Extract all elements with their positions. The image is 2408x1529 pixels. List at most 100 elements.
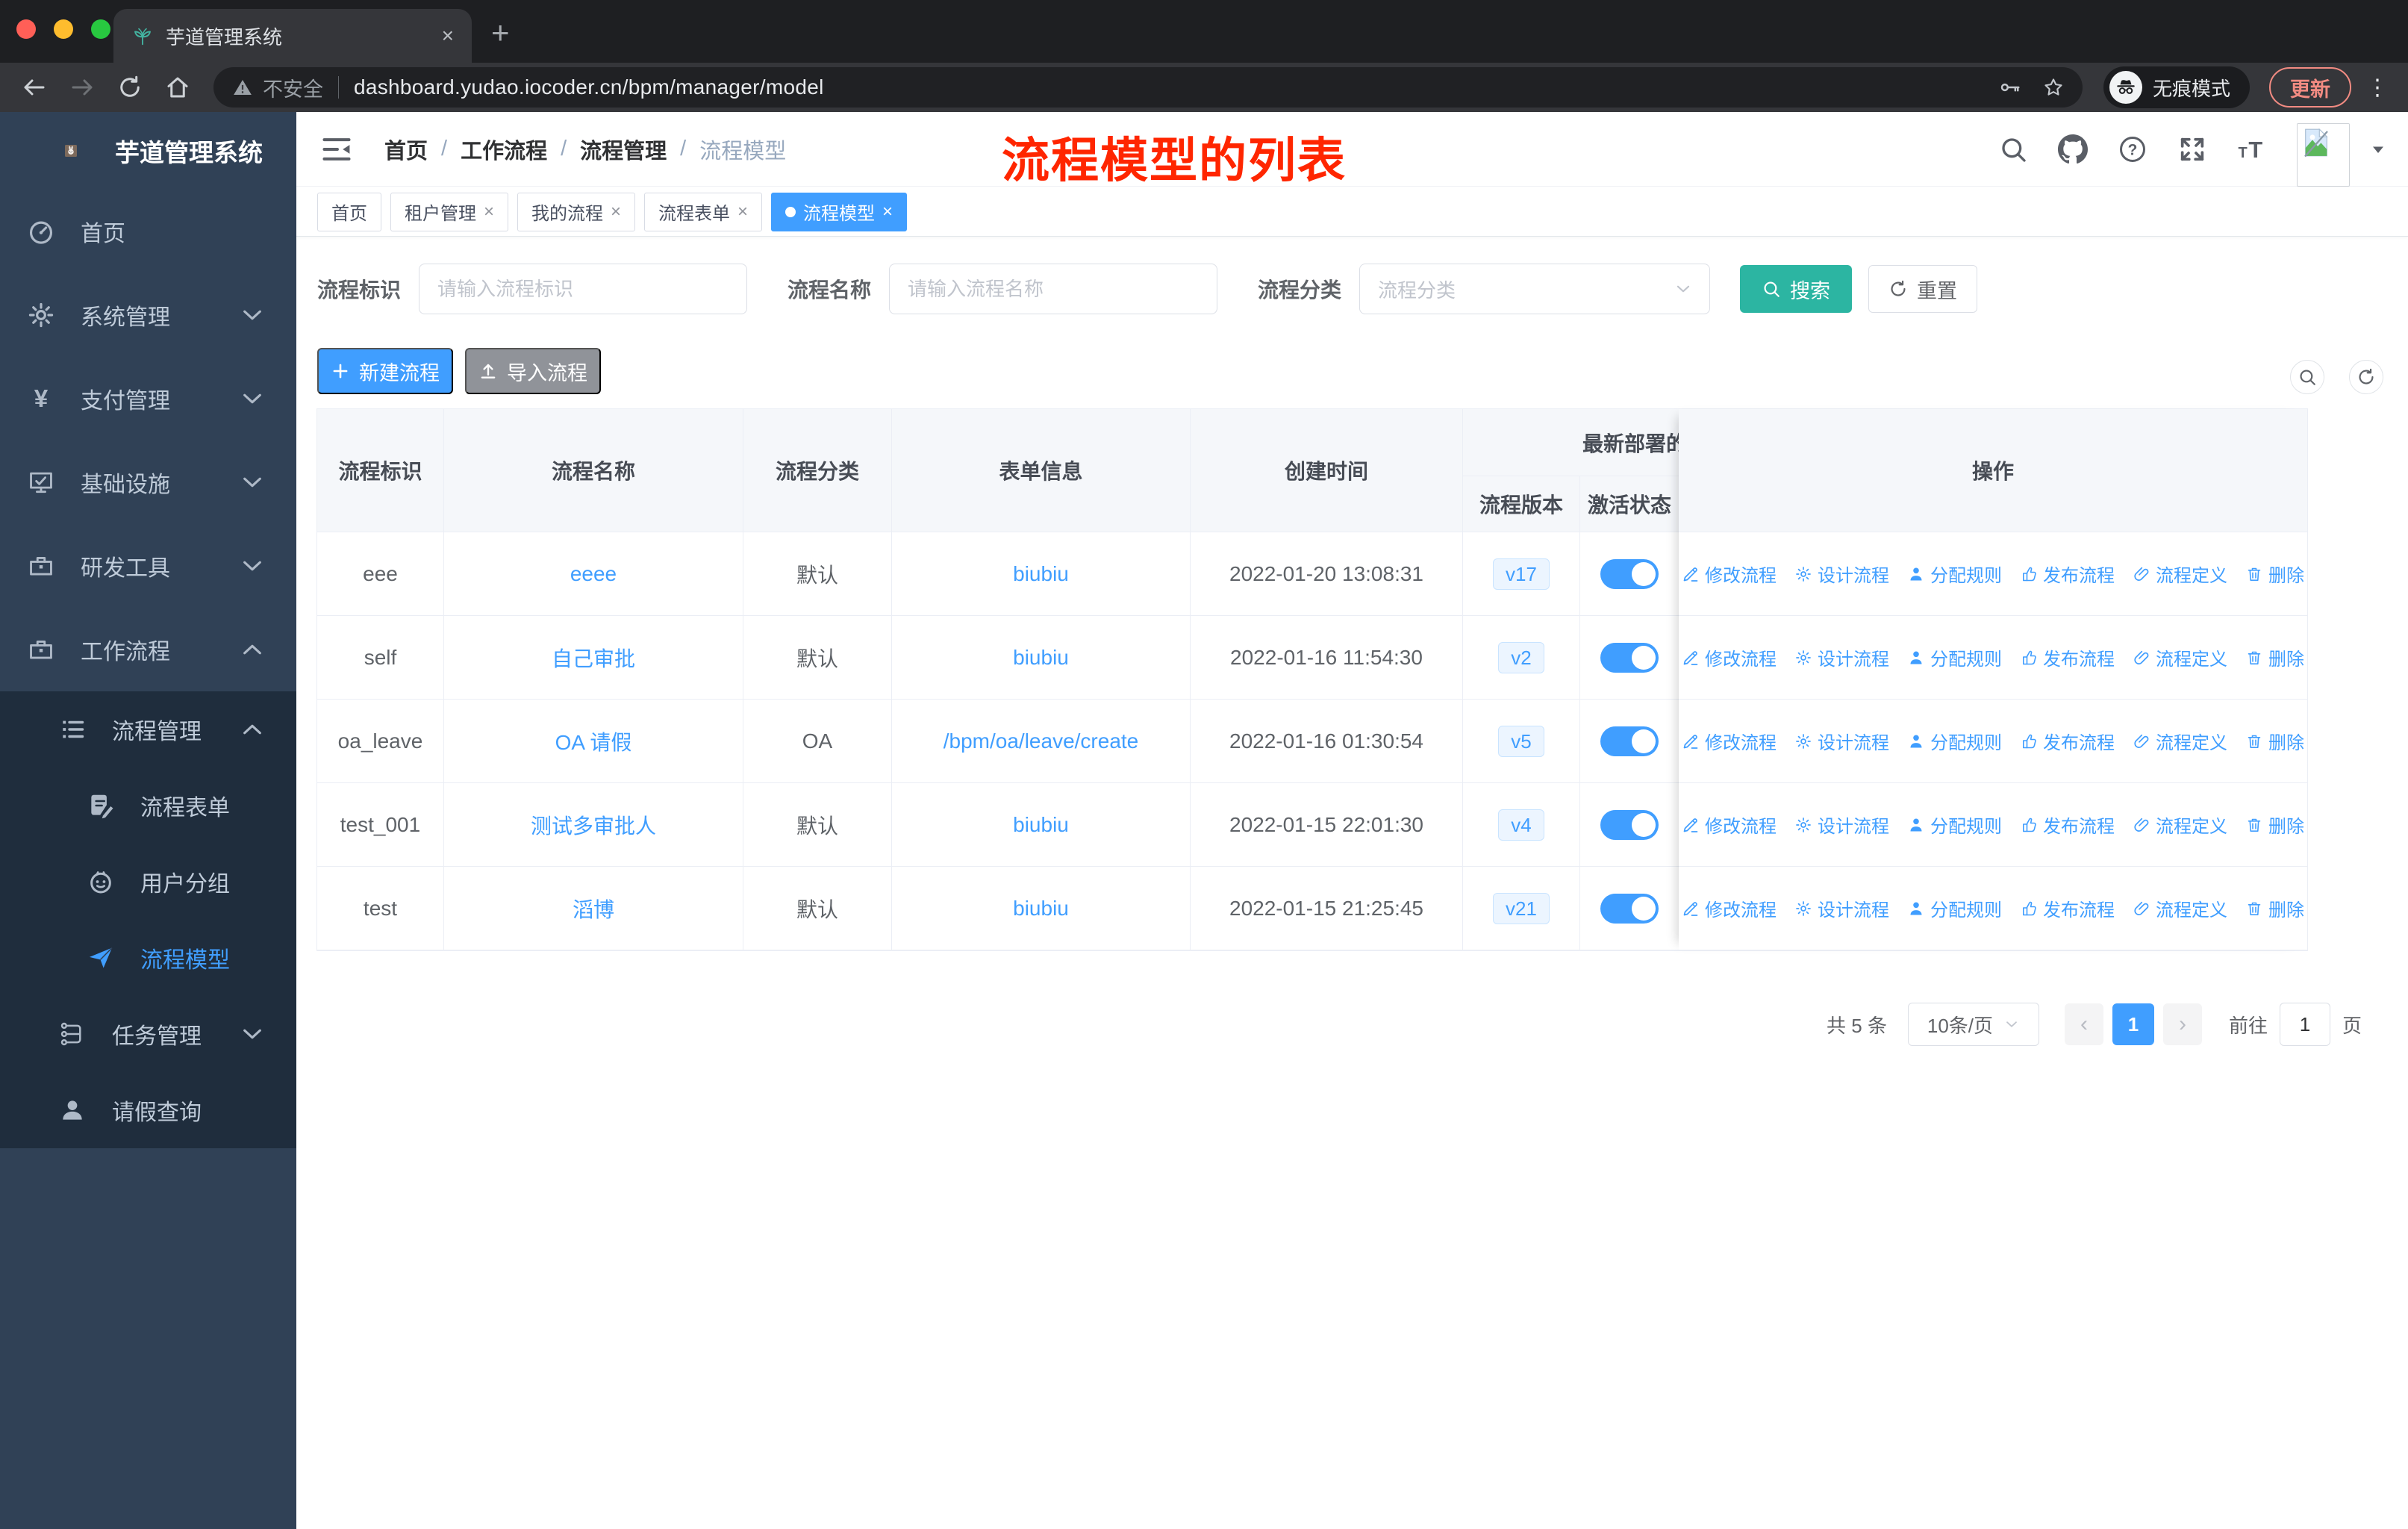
version-badge[interactable]: v4 bbox=[1498, 809, 1544, 841]
process-name-link[interactable]: 自己审批 bbox=[552, 643, 635, 673]
publish-process-link[interactable]: 发布流程 bbox=[2020, 561, 2115, 587]
sidebar-item-home[interactable]: 首页 bbox=[0, 190, 296, 273]
publish-process-link[interactable]: 发布流程 bbox=[2020, 728, 2115, 754]
browser-tab[interactable]: 芋道管理系统 × bbox=[113, 9, 472, 63]
delete-link[interactable]: 删除 bbox=[2245, 561, 2304, 587]
version-badge[interactable]: v2 bbox=[1498, 641, 1544, 673]
sidebar-item-user-group[interactable]: 用户分组 bbox=[0, 844, 296, 920]
goto-page-input[interactable] bbox=[2279, 1003, 2330, 1046]
delete-link[interactable]: 删除 bbox=[2245, 895, 2304, 921]
forward-icon[interactable] bbox=[69, 74, 96, 101]
process-key-input[interactable] bbox=[419, 264, 748, 314]
edit-process-link[interactable]: 修改流程 bbox=[1682, 812, 1777, 838]
process-definition-link[interactable]: 流程定义 bbox=[2133, 812, 2227, 838]
process-name-input[interactable] bbox=[889, 264, 1218, 314]
import-process-button[interactable]: 导入流程 bbox=[465, 348, 601, 394]
process-definition-link[interactable]: 流程定义 bbox=[2133, 644, 2227, 670]
design-process-link[interactable]: 设计流程 bbox=[1794, 644, 1889, 670]
assign-rule-link[interactable]: 分配规则 bbox=[1907, 644, 2002, 670]
zoom-window-button[interactable] bbox=[91, 19, 110, 39]
browser-menu-icon[interactable]: ⋮ bbox=[2366, 75, 2389, 101]
sidebar-item-process-form[interactable]: 流程表单 bbox=[0, 767, 296, 844]
update-button[interactable]: 更新 bbox=[2269, 67, 2351, 108]
close-window-button[interactable] bbox=[16, 19, 36, 39]
sidebar-item-process-mgmt[interactable]: 流程管理 bbox=[0, 691, 296, 767]
tag-close-icon[interactable]: × bbox=[882, 202, 893, 222]
prev-page-button[interactable]: ‹ bbox=[2064, 1003, 2103, 1045]
sidebar-item-infra[interactable]: 基础设施 bbox=[0, 440, 296, 524]
design-process-link[interactable]: 设计流程 bbox=[1794, 812, 1889, 838]
sidebar-item-devtools[interactable]: 研发工具 bbox=[0, 524, 296, 608]
sidebar-item-system[interactable]: 系统管理 bbox=[0, 273, 296, 357]
search-icon[interactable] bbox=[2290, 360, 2324, 394]
tab-close-icon[interactable]: × bbox=[442, 24, 454, 48]
status-toggle[interactable] bbox=[1600, 893, 1659, 924]
next-page-button[interactable]: › bbox=[2162, 1003, 2202, 1045]
search-button[interactable]: 搜索 bbox=[1740, 265, 1853, 313]
process-definition-link[interactable]: 流程定义 bbox=[2133, 895, 2227, 921]
design-process-link[interactable]: 设计流程 bbox=[1794, 895, 1889, 921]
back-icon[interactable] bbox=[21, 74, 48, 101]
tag-close-icon[interactable]: × bbox=[484, 202, 494, 222]
process-name-link[interactable]: 滔博 bbox=[573, 894, 614, 924]
star-bookmark-icon[interactable] bbox=[2042, 76, 2065, 99]
tab-process-form[interactable]: 流程表单 × bbox=[644, 192, 763, 231]
sidebar-item-leave-query[interactable]: 请假查询 bbox=[0, 1072, 296, 1148]
tag-close-icon[interactable]: × bbox=[737, 202, 748, 222]
status-toggle[interactable] bbox=[1600, 809, 1659, 840]
process-name-link[interactable]: eeee bbox=[570, 562, 617, 586]
assign-rule-link[interactable]: 分配规则 bbox=[1907, 728, 2002, 754]
sidebar-item-payment[interactable]: ¥ 支付管理 bbox=[0, 357, 296, 440]
avatar[interactable] bbox=[2297, 122, 2350, 187]
breadcrumb-item[interactable]: 流程管理 bbox=[580, 134, 667, 165]
new-tab-button[interactable]: + bbox=[491, 15, 510, 51]
edit-process-link[interactable]: 修改流程 bbox=[1682, 644, 1777, 670]
key-icon[interactable] bbox=[1999, 76, 2021, 99]
tab-my-process[interactable]: 我的流程 × bbox=[517, 192, 636, 231]
hamburger-icon[interactable] bbox=[320, 133, 353, 166]
create-process-button[interactable]: 新建流程 bbox=[317, 348, 453, 394]
assign-rule-link[interactable]: 分配规则 bbox=[1907, 812, 2002, 838]
sidebar-item-task-mgmt[interactable]: 任务管理 bbox=[0, 996, 296, 1072]
publish-process-link[interactable]: 发布流程 bbox=[2020, 812, 2115, 838]
publish-process-link[interactable]: 发布流程 bbox=[2020, 895, 2115, 921]
publish-process-link[interactable]: 发布流程 bbox=[2020, 644, 2115, 670]
tab-tenant[interactable]: 租户管理 × bbox=[390, 192, 509, 231]
fontsize-icon[interactable]: TT bbox=[2237, 134, 2267, 164]
process-name-link[interactable]: 测试多审批人 bbox=[531, 810, 656, 840]
form-info-link[interactable]: biubiu bbox=[1013, 897, 1069, 921]
home-icon[interactable] bbox=[164, 74, 191, 101]
version-badge[interactable]: v21 bbox=[1493, 892, 1550, 924]
tag-close-icon[interactable]: × bbox=[611, 202, 621, 222]
help-icon[interactable]: ? bbox=[2118, 134, 2147, 164]
process-category-select[interactable]: 流程分类 bbox=[1359, 264, 1711, 314]
design-process-link[interactable]: 设计流程 bbox=[1794, 561, 1889, 587]
form-info-link[interactable]: biubiu bbox=[1013, 813, 1069, 837]
tab-home[interactable]: 首页 bbox=[317, 192, 381, 231]
current-page-button[interactable]: 1 bbox=[2112, 1003, 2154, 1045]
github-icon[interactable] bbox=[2058, 134, 2088, 164]
assign-rule-link[interactable]: 分配规则 bbox=[1907, 561, 2002, 587]
sidebar-item-process-model[interactable]: 流程模型 bbox=[0, 920, 296, 996]
fullscreen-icon[interactable] bbox=[2177, 134, 2207, 164]
form-info-link[interactable]: /bpm/oa/leave/create bbox=[943, 729, 1139, 753]
breadcrumb-item[interactable]: 工作流程 bbox=[461, 134, 547, 165]
edit-process-link[interactable]: 修改流程 bbox=[1682, 895, 1777, 921]
page-size-select[interactable]: 10条/页 bbox=[1907, 1003, 2039, 1046]
version-badge[interactable]: v17 bbox=[1493, 558, 1550, 590]
form-info-link[interactable]: biubiu bbox=[1013, 646, 1069, 670]
delete-link[interactable]: 删除 bbox=[2245, 728, 2304, 754]
caret-down-icon[interactable] bbox=[2369, 140, 2387, 158]
reload-icon[interactable] bbox=[116, 74, 143, 101]
version-badge[interactable]: v5 bbox=[1498, 725, 1544, 757]
process-name-link[interactable]: OA 请假 bbox=[555, 726, 632, 756]
delete-link[interactable]: 删除 bbox=[2245, 644, 2304, 670]
status-toggle[interactable] bbox=[1600, 558, 1659, 589]
minimize-window-button[interactable] bbox=[54, 19, 73, 39]
process-definition-link[interactable]: 流程定义 bbox=[2133, 728, 2227, 754]
refresh-icon[interactable] bbox=[2349, 360, 2383, 394]
process-definition-link[interactable]: 流程定义 bbox=[2133, 561, 2227, 587]
address-bar[interactable]: 不安全 dashboard.yudao.iocoder.cn/bpm/manag… bbox=[213, 67, 2083, 108]
edit-process-link[interactable]: 修改流程 bbox=[1682, 728, 1777, 754]
search-icon[interactable] bbox=[1998, 134, 2028, 164]
